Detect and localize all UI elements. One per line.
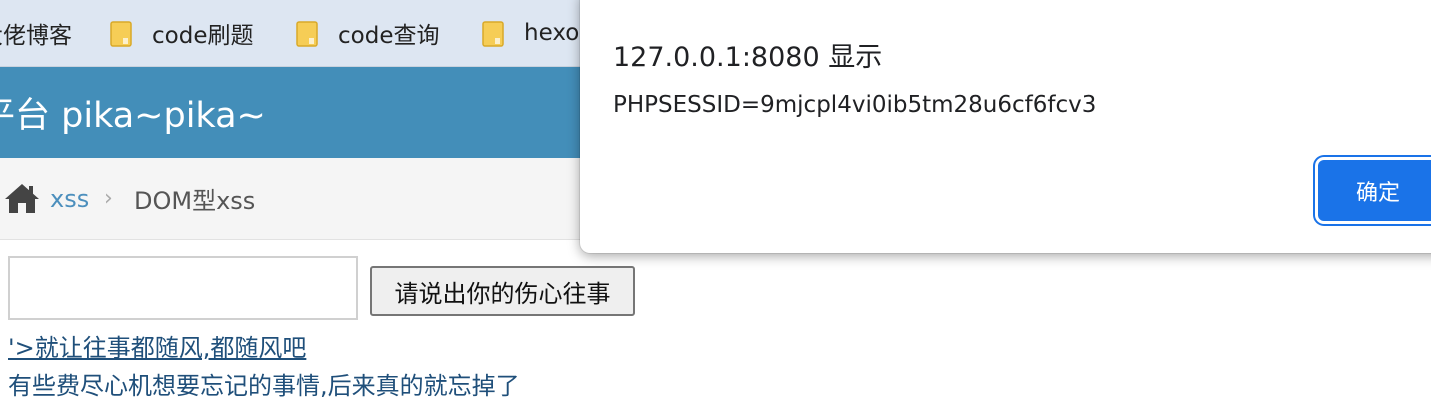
story-input[interactable] [8, 256, 358, 320]
folder-icon [296, 21, 318, 47]
home-icon[interactable] [4, 182, 40, 218]
dialog-message: PHPSESSID=9mjcpl4vi0ib5tm28u6cf6fcv3 [613, 92, 1097, 118]
bookmark-label: code查询 [338, 23, 440, 49]
bookmark-label: code刷题 [152, 23, 254, 49]
submit-button[interactable]: 请说出你的伤心往事 [370, 266, 635, 316]
browser-page: 大佬博客 code刷题 code查询 hexo 漏洞练习平台 pika~pika… [0, 0, 1431, 413]
bookmark-item[interactable]: code查询 [296, 0, 439, 66]
bookmark-label: hexo [524, 20, 580, 46]
ok-button[interactable]: 确定 [1318, 160, 1431, 221]
page-title: 漏洞练习平台 pika~pika~ [0, 67, 266, 158]
bookmark-item[interactable]: 大佬博客 [0, 0, 72, 66]
bookmark-label: 大佬博客 [0, 23, 72, 49]
bookmark-item[interactable]: code刷题 [110, 0, 253, 66]
folder-icon [482, 21, 504, 47]
dialog-title: 127.0.0.1:8080 显示 [613, 42, 883, 73]
site-title-text: 漏洞练习平台 pika~pika~ [0, 96, 266, 136]
bookmark-item[interactable]: hexo [482, 0, 579, 66]
alert-dialog: 127.0.0.1:8080 显示 PHPSESSID=9mjcpl4vi0ib… [580, 0, 1431, 253]
chevron-right-icon: › [104, 186, 113, 211]
breadcrumb-link-xss[interactable]: xss [50, 158, 89, 239]
breadcrumb-current: DOM型xss [134, 187, 256, 215]
hint-text: 有些费尽心机想要忘记的事情,后来真的就忘掉了 [8, 372, 520, 400]
result-link[interactable]: '>就让往事都随风,都随风吧 [8, 328, 306, 363]
folder-icon [110, 21, 132, 47]
